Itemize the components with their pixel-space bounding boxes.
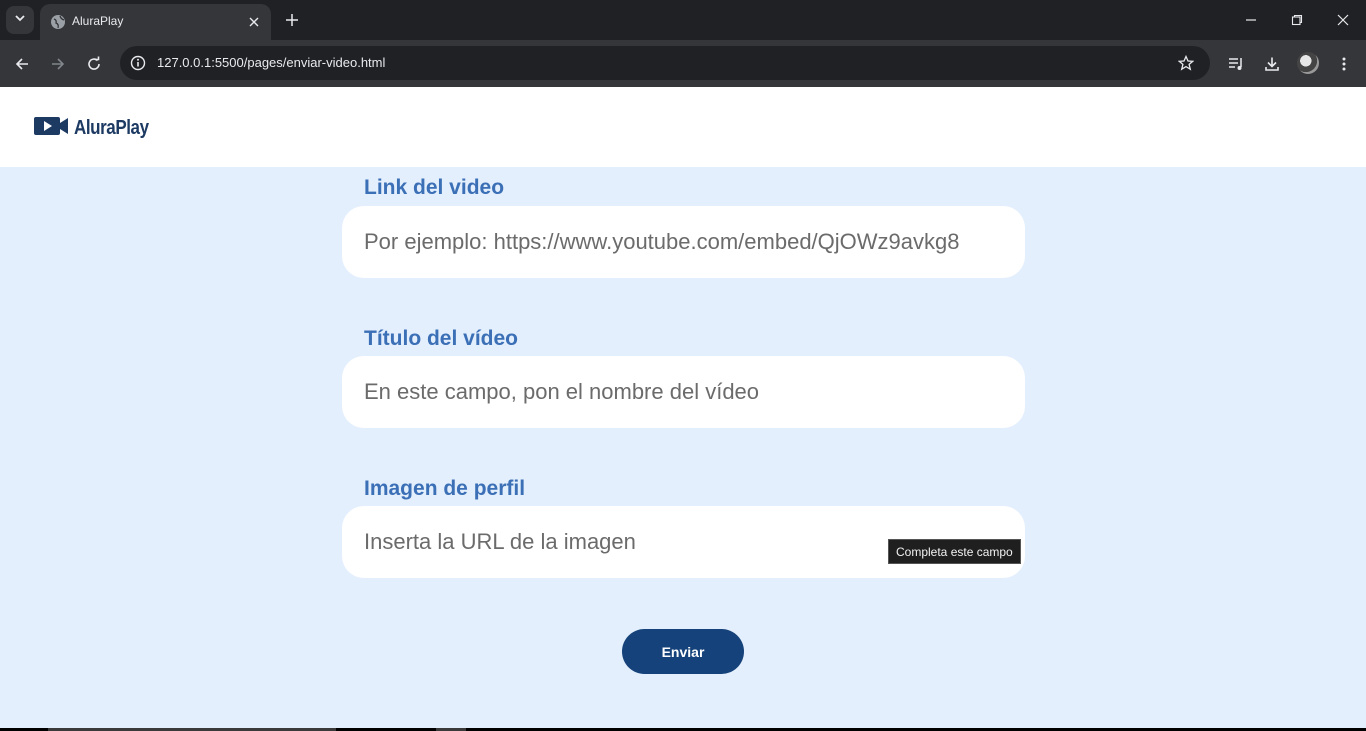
site-logo[interactable]: AluraPlay (34, 115, 162, 142)
browser-tab-active[interactable]: AluraPlay (40, 4, 271, 40)
link-input[interactable] (342, 206, 1025, 278)
more-menu-icon[interactable] (1332, 52, 1356, 76)
title-input[interactable] (342, 356, 1025, 428)
title-label: Título del vídeo (364, 327, 519, 350)
window-close-icon[interactable] (1333, 10, 1353, 30)
chevron-down-icon (14, 11, 26, 29)
link-label: Link del video (364, 176, 505, 199)
back-arrow-icon[interactable] (10, 52, 34, 76)
restore-icon[interactable] (1287, 10, 1307, 30)
validation-tooltip: Completa este campo (888, 539, 1021, 564)
submit-button[interactable]: Enviar (622, 629, 744, 674)
address-bar[interactable]: 127.0.0.1:5500/pages/enviar-video.html (120, 46, 1210, 80)
reload-icon[interactable] (82, 52, 106, 76)
media-playlist-icon[interactable] (1224, 52, 1248, 76)
video-camera-icon (34, 115, 70, 142)
logo-text: AluraPlay (74, 117, 149, 139)
globe-icon (50, 14, 66, 30)
browser-tabstrip: AluraPlay (0, 0, 1366, 40)
page-body: AluraPlay Link del video Título del víde… (0, 87, 1366, 728)
site-info-icon[interactable] (128, 53, 148, 73)
site-header: AluraPlay (0, 87, 1366, 167)
image-label: Imagen de perfil (364, 477, 526, 500)
new-tab-plus-icon[interactable] (282, 10, 302, 30)
tab-close-icon[interactable] (245, 13, 263, 31)
profile-avatar[interactable] (1297, 52, 1319, 74)
url-text: 127.0.0.1:5500/pages/enviar-video.html (157, 55, 386, 70)
bookmark-star-icon[interactable] (1176, 53, 1196, 73)
forward-arrow-icon[interactable] (46, 52, 70, 76)
tab-search-button[interactable] (6, 6, 34, 34)
tab-title: AluraPlay (72, 14, 124, 28)
browser-toolbar: 127.0.0.1:5500/pages/enviar-video.html (0, 40, 1366, 87)
minimize-icon[interactable] (1241, 10, 1261, 30)
download-icon[interactable] (1260, 52, 1284, 76)
